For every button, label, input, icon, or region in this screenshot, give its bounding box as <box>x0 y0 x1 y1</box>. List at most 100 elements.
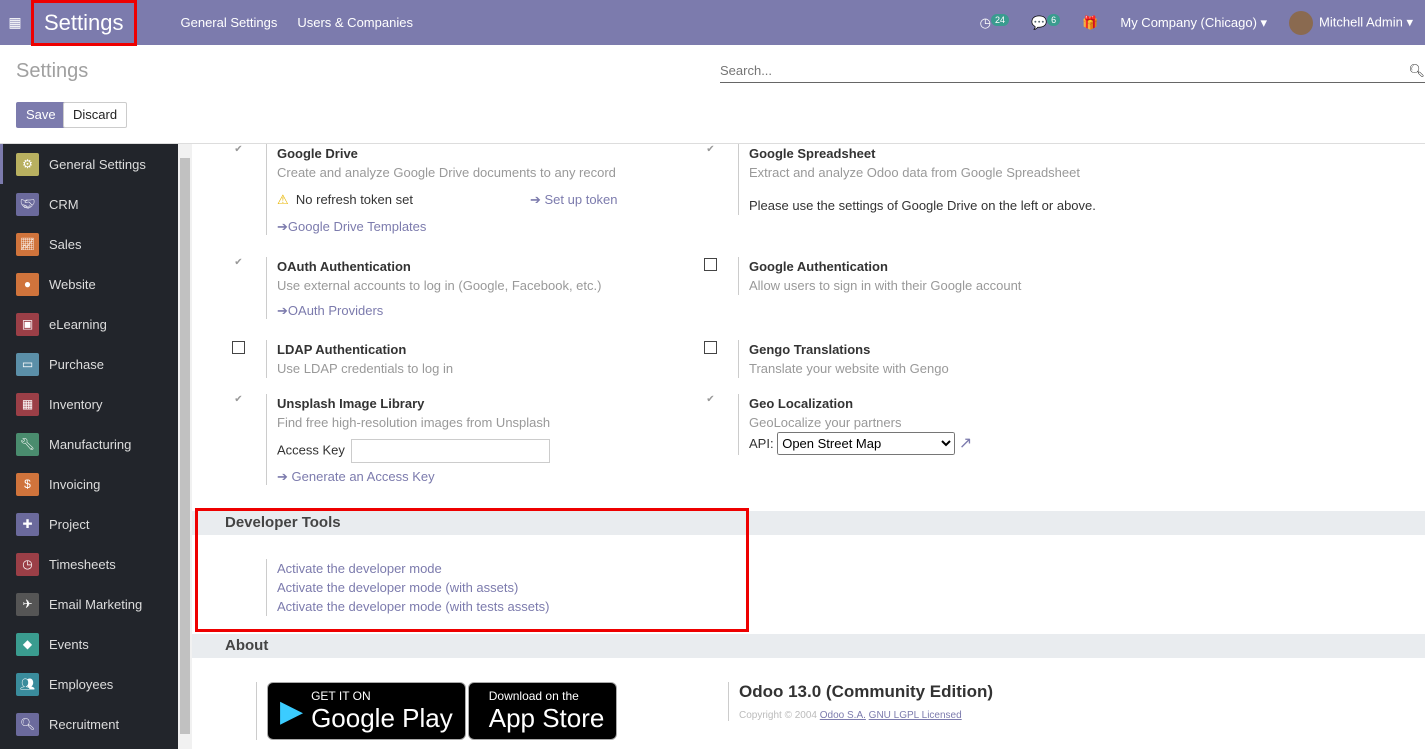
sidebar-item-invoicing[interactable]: $ Invoicing <box>0 464 178 504</box>
google-auth-checkbox[interactable] <box>704 258 717 271</box>
control-panel: Settings 🔍︎ Save Discard <box>0 45 1425 144</box>
sidebar-item-general-settings[interactable]: ⚙ General Settings <box>0 144 178 184</box>
setting-unsplash: ✔ Unsplash Image Library Find free high-… <box>234 394 736 485</box>
sidebar-item-crm[interactable]: 🤝︎ CRM <box>0 184 178 224</box>
access-key-input[interactable] <box>350 439 550 463</box>
invoice-icon: $ <box>16 472 39 496</box>
setup-token-link[interactable]: ➔ Set up token <box>530 190 618 209</box>
sidebar-item-manufacturing[interactable]: 🔧︎ Manufacturing <box>0 424 178 464</box>
sidebar: ⚙ General Settings 🤝︎ CRM 📈︎ Sales ● Website ▣ eL… <box>0 144 178 749</box>
sidebar-item-inventory[interactable]: ▦ Inventory <box>0 384 178 424</box>
sidebar-item-timesheets[interactable]: ◷ Timesheets <box>0 544 178 584</box>
menu-users-companies[interactable]: Users & Companies <box>297 15 413 30</box>
sidebar-item-label: Manufacturing <box>49 436 132 452</box>
clock-icon: ◷ <box>979 14 991 30</box>
setting-google-auth: Google Authentication Allow users to sig… <box>704 257 1208 295</box>
company-switcher[interactable]: My Company (Chicago) ▾ <box>1120 15 1267 31</box>
chart-icon: 📈︎ <box>16 232 39 256</box>
sidebar-item-label: Timesheets <box>49 556 116 572</box>
sidebar-item-label: Sales <box>49 236 82 252</box>
sidebar-item-label: Recruitment <box>49 716 120 732</box>
save-button[interactable]: Save <box>16 102 66 128</box>
setting-title: Gengo Translations <box>749 342 871 357</box>
setting-oauth: ✔ OAuth Authentication Use external acco… <box>234 257 736 319</box>
scrollbar[interactable] <box>178 144 192 749</box>
activity-button[interactable]: ◷ 24 <box>979 13 1009 31</box>
gift-icon[interactable]: 🎁 <box>1082 15 1098 31</box>
sidebar-item-label: Inventory <box>49 396 103 412</box>
sidebar-item-label: Email Marketing <box>49 596 143 612</box>
sidebar-item-sales[interactable]: 📈︎ Sales <box>0 224 178 264</box>
app-store-badge[interactable]: Download on the App Store <box>467 682 618 740</box>
paper-plane-icon: ✈ <box>16 592 39 616</box>
puzzle-icon: ✚ <box>16 512 39 536</box>
apps-menu-icon[interactable]: ▦ <box>0 14 30 31</box>
setting-desc: Extract and analyze Odoo data from Googl… <box>749 165 1080 180</box>
api-label: API: <box>749 436 774 451</box>
app-brand[interactable]: Settings <box>31 0 137 46</box>
oauth-checkbox[interactable]: ✔ <box>232 257 245 270</box>
setting-desc: Find free high-resolution images from Un… <box>277 415 551 430</box>
page-title: Settings <box>16 60 89 82</box>
setting-geo: ✔ Geo Localization GeoLocalize your part… <box>706 394 1208 455</box>
setting-desc: Use external accounts to log in (Google,… <box>277 278 602 293</box>
setting-title: Geo Localization <box>749 396 854 411</box>
setting-title: Google Authentication <box>749 259 888 274</box>
sidebar-item-label: Project <box>49 516 90 532</box>
version-info: Odoo 13.0 (Community Edition) Copyright … <box>728 682 1198 721</box>
setting-ldap: LDAP Authentication Use LDAP credentials… <box>232 340 736 378</box>
api-select[interactable]: Open Street Map <box>777 432 956 455</box>
credit-card-icon: ▭ <box>16 352 39 376</box>
external-link-icon[interactable]: ↗ <box>959 435 972 452</box>
sidebar-item-label: Employees <box>49 676 114 692</box>
setting-google-spreadsheet: ✔ Google Spreadsheet Extract and analyze… <box>706 144 1208 215</box>
sidebar-item-purchase[interactable]: ▭ Purchase <box>0 344 178 384</box>
setting-desc: Translate your website with Gengo <box>749 361 949 376</box>
setting-desc: GeoLocalize your partners <box>749 415 902 430</box>
geo-checkbox[interactable]: ✔ <box>704 394 717 407</box>
search-icon[interactable]: 🔍︎ <box>1408 63 1425 79</box>
gengo-checkbox[interactable] <box>704 341 717 354</box>
sidebar-item-label: eLearning <box>49 316 107 332</box>
sidebar-item-email-marketing[interactable]: ✈ Email Marketing <box>0 584 178 624</box>
google-drive-templates-link[interactable]: ➔Google Drive Templates <box>277 219 736 235</box>
messages-button[interactable]: 💬 6 <box>1031 13 1061 31</box>
warning-icon: ⚠ <box>277 192 289 207</box>
license-link[interactable]: GNU LGPL Licensed <box>869 710 962 721</box>
user-menu[interactable]: Mitchell Admin ▾ <box>1289 10 1413 35</box>
sidebar-item-project[interactable]: ✚ Project <box>0 504 178 544</box>
company-name: My Company (Chicago) <box>1120 14 1257 30</box>
search-icon: 🔍︎ <box>16 712 39 736</box>
google-drive-checkbox[interactable]: ✔ <box>232 144 245 157</box>
sidebar-item-employees[interactable]: 👥︎ Employees <box>0 664 178 704</box>
sidebar-item-label: Purchase <box>49 356 104 372</box>
menu-general-settings[interactable]: General Settings <box>181 15 278 30</box>
sidebar-item-elearning[interactable]: ▣ eLearning <box>0 304 178 344</box>
ldap-checkbox[interactable] <box>232 341 245 354</box>
oauth-providers-link[interactable]: ➔OAuth Providers <box>277 303 736 319</box>
setting-desc: Create and analyze Google Drive document… <box>277 165 616 180</box>
google-spreadsheet-checkbox[interactable]: ✔ <box>704 144 717 157</box>
stopwatch-icon: ◷ <box>16 552 39 576</box>
search-input[interactable] <box>720 63 1409 78</box>
odoo-sa-link[interactable]: Odoo S.A. <box>820 710 866 721</box>
scrollbar-thumb[interactable] <box>180 158 190 734</box>
users-icon: 👥︎ <box>16 672 39 696</box>
globe-icon: ● <box>16 272 39 296</box>
sidebar-item-recruitment[interactable]: 🔍︎ Recruitment <box>0 704 178 744</box>
about-header: About <box>192 634 1425 658</box>
sidebar-item-events[interactable]: ◆ Events <box>0 624 178 664</box>
setting-google-drive: ✔ Google Drive Create and analyze Google… <box>234 144 736 235</box>
setting-title: LDAP Authentication <box>277 342 407 357</box>
box-icon: ▦ <box>16 392 39 416</box>
settings-content: ✔ Google Drive Create and analyze Google… <box>192 144 1425 749</box>
discard-button[interactable]: Discard <box>63 102 128 128</box>
app-store-badges: ▶ GET IT ON Google Play Download on the App … <box>256 682 676 740</box>
sidebar-item-label: General Settings <box>49 156 146 172</box>
unsplash-checkbox[interactable]: ✔ <box>232 394 245 407</box>
sidebar-item-website[interactable]: ● Website <box>0 264 178 304</box>
google-play-badge[interactable]: ▶ GET IT ON Google Play <box>267 682 466 740</box>
user-name: Mitchell Admin <box>1319 13 1403 29</box>
generate-access-key-link[interactable]: ➔ Generate an Access Key <box>277 469 736 485</box>
handshake-icon: 🤝︎ <box>16 192 39 216</box>
